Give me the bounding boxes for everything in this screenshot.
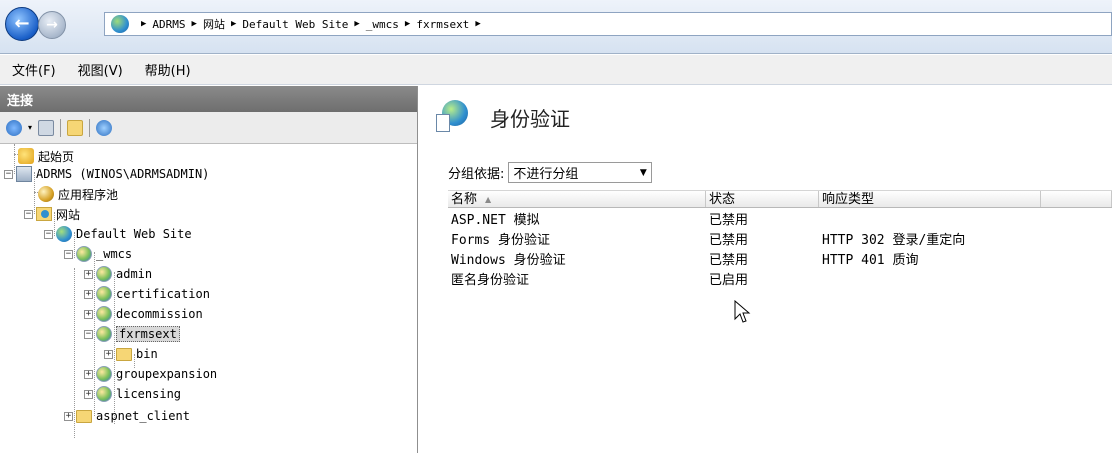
connections-title: 连接 xyxy=(0,86,417,112)
row-name: ASP.NET 模拟 xyxy=(451,212,540,228)
tree-item-server[interactable]: − ADRMS (WINOS\ADRMSADMIN) xyxy=(4,164,209,184)
chevron-down-icon: ▼ xyxy=(639,167,647,178)
expand-toggle[interactable]: + xyxy=(84,309,93,319)
toolbar-separator xyxy=(89,118,91,137)
tree-item-sites[interactable]: − 网站 xyxy=(24,204,80,224)
folder-icon xyxy=(76,409,92,423)
application-icon xyxy=(96,286,112,302)
breadcrumb-item-default-site[interactable]: Default Web Site ▶ xyxy=(242,18,365,31)
connections-tree: 起始页 − ADRMS (WINOS\ADRMSADMIN) 应用程序池 − 网… xyxy=(0,144,417,453)
tree-item-certification[interactable]: + certification xyxy=(84,284,210,304)
column-header-response[interactable]: 响应类型 xyxy=(819,191,1041,207)
globe-icon xyxy=(111,15,129,33)
collapse-toggle[interactable]: − xyxy=(24,209,33,219)
expand-toggle[interactable]: + xyxy=(84,389,93,399)
table-header: 名称 ▲ 状态 响应类型 xyxy=(448,190,1112,208)
sites-folder-icon xyxy=(36,207,52,221)
tree-item-admin[interactable]: + admin xyxy=(84,264,152,284)
row-status: 已禁用 xyxy=(709,252,749,268)
tree-item-bin[interactable]: + bin xyxy=(104,344,158,364)
app-pool-icon xyxy=(38,186,54,202)
tree-item-licensing[interactable]: + licensing xyxy=(84,384,181,404)
tree-item-start-page[interactable]: 起始页 xyxy=(18,146,74,166)
expand-toggle[interactable]: + xyxy=(84,289,93,299)
up-folder-icon[interactable] xyxy=(67,119,84,136)
folder-icon xyxy=(116,347,132,361)
tree-item-wmcs[interactable]: − _wmcs xyxy=(64,244,132,264)
application-icon xyxy=(96,266,112,282)
address-bar: ← → ▶ ADRMS ▶ 网站 ▶ Default Web Site ▶ _wmcs… xyxy=(0,0,1112,54)
row-response: HTTP 401 质询 xyxy=(822,252,919,268)
breadcrumb-item-sites[interactable]: 网站 ▶ xyxy=(203,16,242,32)
breadcrumb[interactable]: ▶ ADRMS ▶ 网站 ▶ Default Web Site ▶ _wmcs ▶ fx… xyxy=(104,12,1112,36)
menu-bar: 文件(F) 视图(V) 帮助(H) xyxy=(0,55,1112,85)
feature-pane: 身份验证 分组依据: 不进行分组 ▼ 名称 ▲ 状态 响应类型 ASP.NET 模… xyxy=(426,86,1112,453)
forward-arrow-icon: → xyxy=(46,17,58,33)
home-icon xyxy=(18,148,34,164)
save-icon[interactable] xyxy=(38,119,55,136)
breadcrumb-item-wmcs[interactable]: _wmcs ▶ xyxy=(366,18,417,31)
authentication-icon xyxy=(436,100,470,134)
table-row[interactable]: Windows 身份验证 已禁用 HTTP 401 质询 xyxy=(448,248,1112,268)
table-row[interactable]: Forms 身份验证 已禁用 HTTP 302 登录/重定向 xyxy=(448,228,1112,248)
column-header-status[interactable]: 状态 xyxy=(706,191,819,207)
breadcrumb-sep: ▶ xyxy=(141,19,147,29)
table-row[interactable]: ASP.NET 模拟 已禁用 xyxy=(448,208,1112,228)
expand-toggle[interactable]: + xyxy=(104,349,113,359)
collapse-toggle[interactable]: − xyxy=(4,169,13,179)
application-icon xyxy=(76,246,92,262)
tree-item-fxrmsext[interactable]: − fxrmsext xyxy=(84,324,180,344)
group-by-row: 分组依据: 不进行分组 ▼ xyxy=(448,162,653,183)
sort-ascending-icon: ▲ xyxy=(485,194,492,204)
connections-pane: 连接 ▾ 起始页 − ADRMS (WINOS\ADRMSADMIN) 应用程序… xyxy=(0,86,418,453)
tree-item-app-pools[interactable]: 应用程序池 xyxy=(38,184,118,204)
tree-item-aspnet-client[interactable]: + aspnet_client xyxy=(64,406,190,426)
expand-toggle[interactable]: + xyxy=(84,369,93,379)
row-status: 已禁用 xyxy=(709,232,749,248)
back-button[interactable]: ← xyxy=(5,7,39,41)
mouse-pointer-icon xyxy=(734,300,751,323)
row-name: Forms 身份验证 xyxy=(451,232,550,248)
group-by-select[interactable]: 不进行分组 ▼ xyxy=(508,162,653,183)
connections-toolbar: ▾ xyxy=(0,112,417,144)
collapse-toggle[interactable]: − xyxy=(84,329,93,339)
collapse-toggle[interactable]: − xyxy=(44,229,53,239)
column-header-empty xyxy=(1041,191,1112,207)
feature-header: 身份验证 xyxy=(436,100,570,134)
application-icon xyxy=(96,306,112,322)
row-status: 已启用 xyxy=(709,272,749,288)
menu-help[interactable]: 帮助(H) xyxy=(145,60,191,79)
expand-toggle[interactable]: + xyxy=(84,269,93,279)
back-arrow-icon: ← xyxy=(14,13,30,34)
tree-item-default-site[interactable]: − Default Web Site xyxy=(44,224,192,244)
menu-view[interactable]: 视图(V) xyxy=(78,60,123,79)
group-by-label: 分组依据: xyxy=(448,167,505,182)
dropdown-arrow-icon[interactable]: ▾ xyxy=(28,123,32,132)
application-icon xyxy=(96,366,112,382)
tree-item-decommission[interactable]: + decommission xyxy=(84,304,203,324)
row-status: 已禁用 xyxy=(709,212,749,228)
connect-icon[interactable] xyxy=(6,119,22,136)
globe-icon xyxy=(56,226,72,242)
collapse-toggle[interactable]: − xyxy=(64,249,73,259)
row-name: Windows 身份验证 xyxy=(451,252,566,268)
page-title: 身份验证 xyxy=(490,106,570,131)
tree-item-groupexpansion[interactable]: + groupexpansion xyxy=(84,364,217,384)
toolbar-separator xyxy=(60,118,62,137)
breadcrumb-item-fxrmsext[interactable]: fxrmsext ▶ xyxy=(416,18,486,31)
breadcrumb-item-adrms[interactable]: ADRMS ▶ xyxy=(152,18,203,31)
application-icon xyxy=(96,326,112,342)
row-response: HTTP 302 登录/重定向 xyxy=(822,232,966,248)
application-icon xyxy=(96,386,112,402)
table-row[interactable]: 匿名身份验证 已启用 xyxy=(448,268,1112,288)
menu-file[interactable]: 文件(F) xyxy=(12,60,56,79)
expand-toggle[interactable]: + xyxy=(64,411,73,421)
forward-button[interactable]: → xyxy=(38,11,66,39)
auth-table: 名称 ▲ 状态 响应类型 ASP.NET 模拟 已禁用 Forms 身份验证 已禁… xyxy=(448,190,1112,288)
group-by-value: 不进行分组 xyxy=(513,167,579,182)
disconnect-icon[interactable] xyxy=(96,119,113,136)
row-name: 匿名身份验证 xyxy=(451,272,530,288)
column-header-name[interactable]: 名称 ▲ xyxy=(448,191,706,207)
server-icon xyxy=(16,166,32,182)
